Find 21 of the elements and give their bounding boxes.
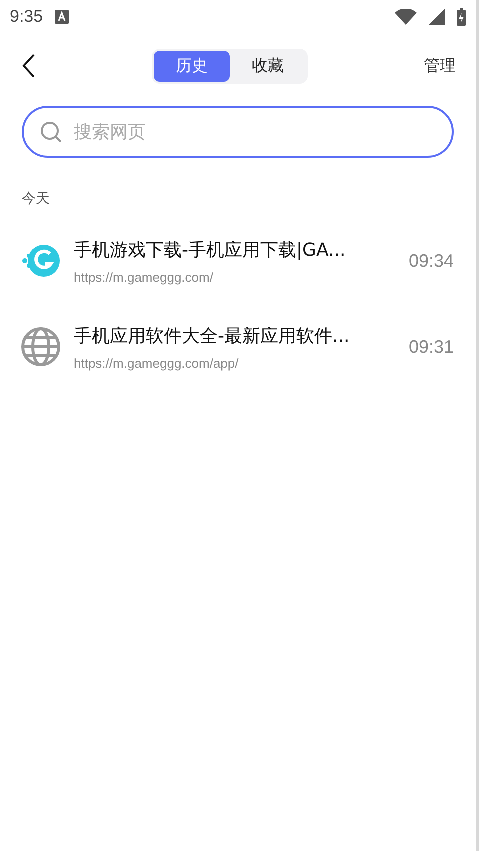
tab[interactable]: 历史 bbox=[154, 50, 230, 82]
visit-time: 09:34 bbox=[408, 250, 454, 272]
visit-time: 09:31 bbox=[408, 336, 454, 358]
history-item[interactable]: 手机游戏下载-手机应用下载|GA... https://m.gameggg.com/ 09:34 bbox=[0, 218, 476, 304]
status-time: 9:35 bbox=[10, 7, 44, 27]
page-title: 手机游戏下载-手机应用下载|GA... bbox=[74, 238, 347, 262]
search-icon bbox=[40, 121, 62, 143]
search-field[interactable]: 搜索网页 bbox=[22, 106, 454, 158]
page-title: 手机应用软件大全-最新应用软件... bbox=[74, 324, 351, 348]
history-item[interactable]: 手机应用软件大全-最新应用软件... https://m.gameggg.com/app/ 09:31 bbox=[0, 304, 476, 390]
tab[interactable]: 收藏 bbox=[230, 50, 306, 82]
page-url: https://m.gameggg.com/ bbox=[74, 270, 214, 284]
globe-icon bbox=[20, 326, 62, 368]
wifi-icon bbox=[395, 9, 417, 25]
back-icon[interactable] bbox=[22, 54, 36, 78]
signal-icon bbox=[429, 9, 445, 25]
notification-icon bbox=[55, 10, 70, 24]
section-heading: 今天 bbox=[21, 190, 51, 209]
page-url: https://m.gameggg.com/app/ bbox=[74, 356, 240, 370]
manage-button[interactable]: 管理 bbox=[424, 56, 456, 76]
battery-icon bbox=[457, 8, 466, 26]
